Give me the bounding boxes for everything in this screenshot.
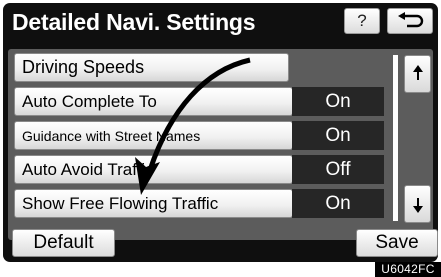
return-arrow-icon	[398, 12, 424, 28]
default-button-label: Default	[33, 232, 94, 253]
page-title: Detailed Navi. Settings	[12, 9, 256, 35]
row-label: Driving Speeds	[22, 57, 145, 77]
scroll-down-icon	[412, 198, 423, 213]
driving-speeds-button[interactable]: Driving Speeds	[14, 53, 289, 82]
figure-code: U6042FC	[375, 262, 441, 277]
row-label: Auto Avoid Traffic	[22, 159, 154, 179]
row-label: Show Free Flowing Traffic	[22, 193, 219, 213]
question-mark-icon: ?	[357, 11, 367, 30]
save-button[interactable]: Save	[356, 229, 438, 257]
row-label: Auto Complete To	[22, 91, 157, 111]
navi-settings-screen: Detailed Navi. Settings ? Driving Speeds…	[0, 0, 441, 277]
scroll-down-button[interactable]	[404, 185, 431, 223]
guidance-street-names-status: On	[292, 121, 384, 150]
show-free-flowing-traffic-button[interactable]: Show Free Flowing Traffic	[14, 189, 293, 218]
help-button[interactable]: ?	[344, 8, 380, 34]
default-button[interactable]: Default	[12, 229, 115, 257]
save-button-label: Save	[375, 232, 419, 253]
auto-complete-status: On	[292, 87, 384, 116]
scrollbar-track[interactable]	[393, 55, 398, 221]
guidance-street-names-button[interactable]: Guidance with Street Names	[14, 121, 293, 150]
row-label: Guidance with Street Names	[22, 127, 201, 144]
back-button[interactable]	[387, 8, 433, 34]
auto-complete-button[interactable]: Auto Complete To	[14, 87, 293, 116]
scroll-up-icon	[412, 65, 423, 80]
auto-avoid-traffic-button[interactable]: Auto Avoid Traffic	[14, 155, 293, 184]
auto-avoid-traffic-status: Off	[292, 155, 384, 184]
scroll-up-button[interactable]	[404, 55, 431, 93]
show-free-flowing-traffic-status: On	[292, 189, 384, 218]
